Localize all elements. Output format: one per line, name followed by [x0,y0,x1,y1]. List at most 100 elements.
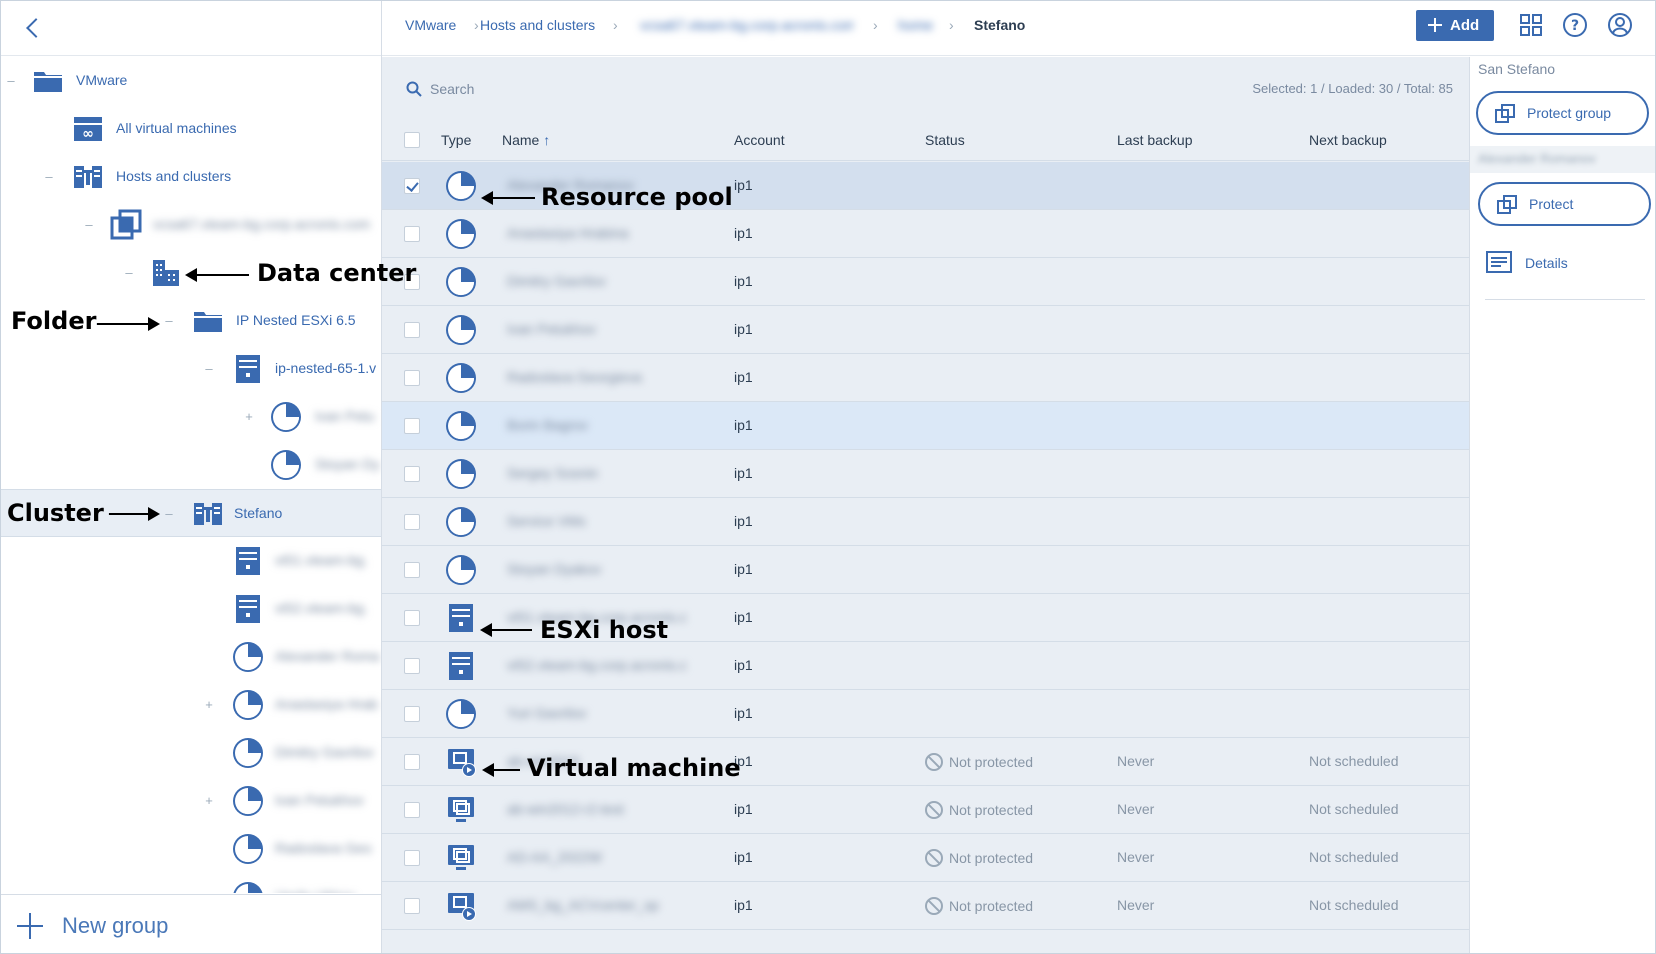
row-name[interactable]: Stoyan Dyakov [507,561,687,577]
tree-item[interactable]: – ip-nested-65-1.v [1,345,381,393]
tree-item[interactable]: – Hosts and clusters [1,153,381,201]
table-row[interactable]: Yuri Gavrilov ip1 [382,690,1469,738]
tree-item-label: vcsa67.vteam-bg.corp.acronis.com [153,216,371,232]
tree-item[interactable]: + Ivan Petukhov [1,777,381,825]
collapse-icon[interactable]: – [5,74,17,87]
tree-item[interactable]: All virtual machines [1,105,381,153]
plus-icon [17,913,43,939]
expand-icon[interactable]: + [203,698,215,711]
tree-item[interactable]: + Anastasiya Hrab [1,681,381,729]
row-account: ip1 [734,273,753,289]
row-checkbox[interactable] [404,754,420,770]
row-checkbox[interactable] [404,562,420,578]
row-checkbox[interactable] [404,370,420,386]
breadcrumb-datacenter[interactable]: home [898,17,933,33]
row-checkbox[interactable] [404,850,420,866]
row-name[interactable]: AD-AA_2022W [507,849,687,865]
row-name[interactable]: ab-win2012-r2-test [507,801,687,817]
row-name[interactable]: Anastasiya Hrabina [507,225,687,241]
table-row[interactable]: Dimitry Gavrilov ip1 [382,258,1469,306]
row-checkbox[interactable] [404,802,420,818]
row-checkbox[interactable] [404,178,420,194]
collapse-icon[interactable]: – [43,170,55,183]
resource-pool-icon [444,265,478,299]
table-row[interactable]: ab-win2012-r2-test ip1 Not protected Never N… [382,786,1469,834]
breadcrumb-hosts-and-clusters[interactable]: Hosts and clusters [480,17,595,33]
column-name[interactable]: Name ↑ [502,132,550,148]
table-row[interactable]: AD-AA_2022W ip1 Not protected Never Not sche… [382,834,1469,882]
table-row[interactable]: Anastasiya Hrabina ip1 [382,210,1469,258]
tree-item[interactable]: Radoslava Geo [1,825,381,873]
tree-item[interactable]: – vcsa67.vteam-bg.corp.acronis.com [1,201,381,249]
column-next-backup[interactable]: Next backup [1309,132,1387,148]
select-all-checkbox[interactable] [404,132,420,148]
row-checkbox[interactable] [404,466,420,482]
table-row[interactable]: vt52.vteam-bg.corp.acronis.com ip1 [382,642,1469,690]
search-input[interactable] [430,77,830,101]
table-row[interactable]: Service VMs ip1 [382,498,1469,546]
row-status-label: Not protected [949,898,1034,914]
row-checkbox[interactable] [404,322,420,338]
row-next-backup: Not scheduled [1309,753,1399,769]
row-name[interactable]: Yuri Gavrilov [507,705,687,721]
row-name[interactable]: Radoslava Georgieva [507,369,687,385]
row-checkbox[interactable] [404,658,420,674]
help-icon[interactable]: ? [1562,12,1588,38]
collapse-icon[interactable]: – [123,266,135,279]
protect-button[interactable]: Protect [1478,182,1651,226]
tree-item[interactable]: Dimitry Gavrilov [1,729,381,777]
add-button[interactable]: Add [1416,10,1494,41]
table-row[interactable]: Stoyan Dyakov ip1 [382,546,1469,594]
tree-item[interactable]: vt52.vteam-bg. [1,585,381,633]
breadcrumb-vmware[interactable]: VMware [405,17,456,33]
tree-item[interactable]: Vasily Ukhov [1,873,381,893]
row-checkbox[interactable] [404,226,420,242]
row-checkbox[interactable] [404,610,420,626]
column-account[interactable]: Account [734,132,785,148]
collapse-icon[interactable]: – [83,218,95,231]
row-name[interactable]: Dimitry Gavrilov [507,273,687,289]
row-checkbox[interactable] [404,706,420,722]
expand-icon[interactable]: + [203,794,215,807]
annotation-data-center: Data center [257,259,417,287]
row-name[interactable]: vt52.vteam-bg.corp.acronis.com [507,657,687,673]
expand-icon[interactable]: + [243,410,255,423]
row-name[interactable]: AMS_bg_ACVcenter_sp [507,897,687,913]
grid-icon[interactable] [1518,12,1544,38]
table-row[interactable]: Ivan Petukhov ip1 [382,306,1469,354]
resource-pool-icon [444,169,478,203]
row-name[interactable]: Borin Bagrov [507,417,687,433]
table-row[interactable]: Sergey Sosnin ip1 [382,450,1469,498]
row-checkbox[interactable] [404,898,420,914]
row-name[interactable]: Service VMs [507,513,687,529]
tree-item[interactable]: + Ivan Petu [1,393,381,441]
protect-group-button[interactable]: Protect group [1476,91,1649,135]
table-row[interactable]: Radoslava Georgieva ip1 [382,354,1469,402]
table-row[interactable]: Borin Bagrov ip1 [382,402,1469,450]
row-last-backup: Never [1117,897,1155,913]
row-checkbox[interactable] [404,514,420,530]
tree-item[interactable]: vt51.vteam-bg. [1,537,381,585]
row-name[interactable]: Sergey Sosnin [507,465,687,481]
collapse-icon[interactable]: – [203,362,215,375]
collapse-icon[interactable]: – [163,507,175,520]
row-status: Not protected [925,849,1033,867]
tree-item[interactable]: – VMware [1,57,381,105]
column-last-backup[interactable]: Last backup [1117,132,1193,148]
collapse-icon[interactable]: – [163,314,175,327]
breadcrumb-separator: › [613,17,618,33]
row-name[interactable]: Ivan Petukhov [507,321,687,337]
account-icon[interactable] [1607,12,1633,38]
column-status[interactable]: Status [925,132,965,148]
column-type[interactable]: Type [441,132,471,148]
back-button[interactable] [21,13,51,43]
folder-icon [191,304,225,338]
table-row[interactable]: AMS_bg_ACVcenter_sp ip1 Not protected Never… [382,882,1469,930]
sidebar-header [1,1,381,56]
details-button[interactable]: Details [1485,247,1655,279]
tree-item[interactable]: Alexander Roma [1,633,381,681]
tree-item[interactable]: Stoyan Dy [1,441,381,489]
new-group-button[interactable]: New group [1,894,381,953]
row-checkbox[interactable] [404,418,420,434]
breadcrumb-vcenter[interactable]: vcsa67.vteam-bg.corp.acronis.com [640,17,854,33]
